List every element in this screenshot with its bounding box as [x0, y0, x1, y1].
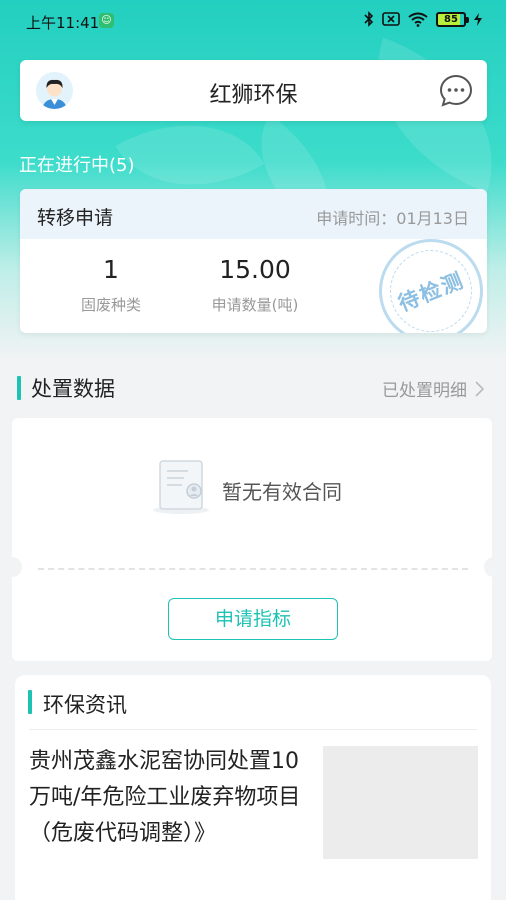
stamp-text: 待检测 — [394, 267, 468, 316]
stat-value: 15.00 — [219, 255, 291, 284]
empty-contract-text: 暂无有效合同 — [222, 480, 342, 504]
disposal-title: 处置数据 — [31, 377, 115, 401]
stat-value: 1 — [103, 255, 119, 284]
header-card: 红狮环保 — [20, 60, 487, 121]
stat-apply-quantity: 15.00 申请数量(吨) — [190, 255, 320, 315]
news-divider — [29, 729, 477, 730]
transfer-card-header: 转移申请 申请时间：01月13日 — [20, 189, 487, 239]
card-notch-right — [484, 557, 504, 577]
app-notification-icon: ☺ — [99, 13, 114, 28]
pending-inspection-stamp: 待检测 — [363, 223, 487, 333]
news-item-title[interactable]: 贵州茂鑫水泥窑协同处置10万吨/年危险工业废弃物项目（危废代码调整）》 — [29, 744, 314, 852]
status-bar: 上午11:41 ☺ 85 — [0, 0, 506, 44]
empty-contract-icon — [153, 460, 209, 514]
chat-bubble-icon[interactable] — [439, 74, 473, 108]
transfer-application-card[interactable]: 转移申请 申请时间：01月13日 1 固废种类 15.00 申请数量(吨) 待检… — [20, 189, 487, 333]
dashed-divider — [38, 568, 468, 570]
charging-icon — [474, 12, 482, 26]
stat-waste-types: 1 固废种类 — [66, 255, 156, 315]
stat-label: 申请数量(吨) — [211, 296, 299, 314]
no-sim-icon — [382, 12, 400, 26]
status-icons: 85 — [364, 11, 482, 27]
wifi-icon — [408, 12, 428, 27]
disposed-details-label: 已处置明细 — [382, 381, 467, 401]
section-accent-bar — [17, 376, 21, 400]
stat-label: 固废种类 — [80, 296, 141, 314]
bluetooth-icon — [364, 11, 374, 27]
app-title: 红狮环保 — [209, 83, 298, 108]
disposed-details-link[interactable]: 已处置明细 — [382, 376, 484, 401]
chevron-right-icon — [475, 380, 484, 397]
card-notch-left — [2, 557, 22, 577]
news-section-title: 环保资讯 — [43, 693, 127, 717]
apply-time: 申请时间：01月13日 — [316, 209, 469, 228]
transfer-card-title: 转移申请 — [37, 207, 114, 229]
status-time: 上午11:41 — [26, 14, 100, 32]
section-accent-bar — [28, 690, 32, 714]
news-item-thumbnail[interactable] — [323, 746, 478, 859]
apply-quota-button[interactable]: 申请指标 — [168, 598, 338, 640]
in-progress-label: 正在进行中(5) — [19, 155, 135, 176]
battery-icon: 85 — [436, 11, 469, 27]
